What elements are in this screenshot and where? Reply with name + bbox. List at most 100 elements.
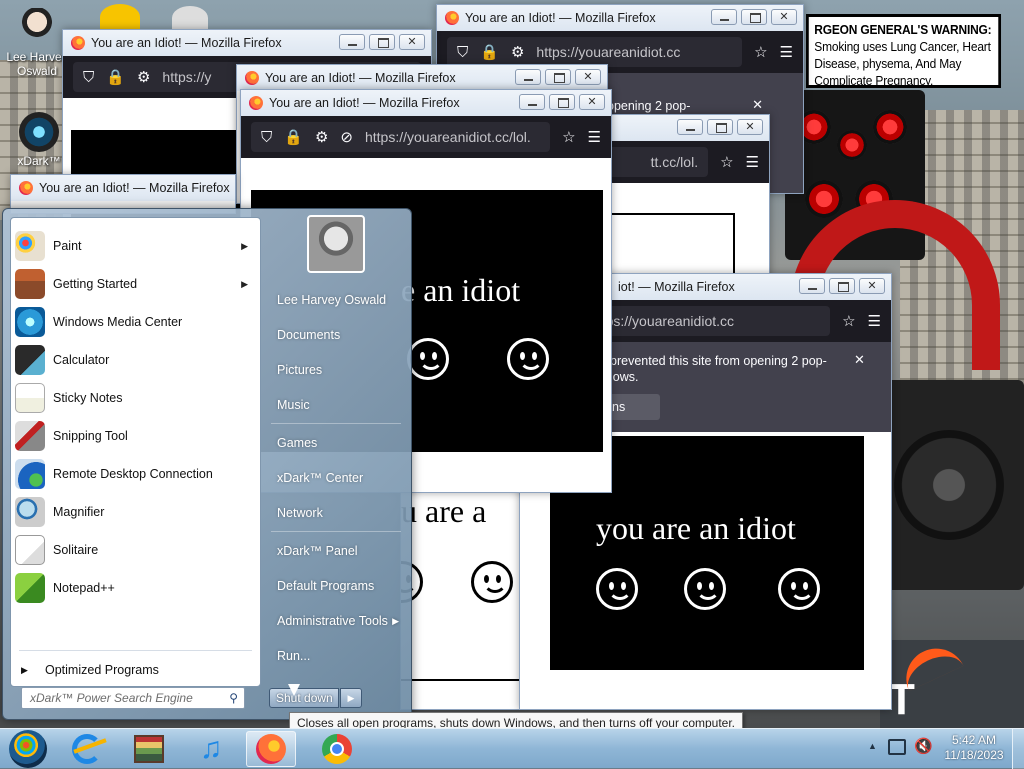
- program-remote-desktop[interactable]: Remote Desktop Connection: [15, 456, 256, 492]
- shutdown-button[interactable]: Shut down: [269, 688, 339, 708]
- program-sticky-notes[interactable]: Sticky Notes: [15, 380, 256, 416]
- link-documents[interactable]: Documents: [267, 320, 405, 350]
- minimize-button[interactable]: [519, 94, 545, 110]
- shield-icon: ⛉: [457, 43, 469, 61]
- link-music[interactable]: Music: [267, 390, 405, 420]
- link-games[interactable]: Games: [267, 428, 405, 458]
- taskbar-chrome[interactable]: [312, 731, 362, 767]
- taskbar-internet-explorer[interactable]: [62, 731, 112, 767]
- menu-icon[interactable]: ☰: [780, 45, 793, 60]
- close-button[interactable]: [579, 94, 605, 110]
- show-hidden-icons-button[interactable]: ▲: [868, 741, 877, 751]
- close-button[interactable]: [737, 119, 763, 135]
- user-avatar-icon: [17, 8, 57, 48]
- window-titlebar[interactable]: You are an Idiot! — Mozilla Firefox: [11, 175, 235, 201]
- close-notification-icon[interactable]: ✕: [752, 97, 763, 113]
- bookmark-star-icon[interactable]: ☆: [720, 155, 733, 170]
- program-solitaire[interactable]: Solitaire: [15, 532, 256, 568]
- program-paint[interactable]: Paint ▶: [15, 228, 256, 264]
- link-pictures[interactable]: Pictures: [267, 355, 405, 385]
- minimize-button[interactable]: [677, 119, 703, 135]
- window-title: You are an Idiot! — Mozilla Firefox: [269, 96, 460, 110]
- clock[interactable]: 5:42 AM 11/18/2023: [940, 733, 1008, 763]
- all-programs-button[interactable]: ▶ Optimized Programs: [15, 652, 256, 688]
- program-snipping-tool[interactable]: Snipping Tool: [15, 418, 256, 454]
- program-windows-media-center[interactable]: Windows Media Center: [15, 304, 256, 340]
- maximize-button[interactable]: [369, 34, 395, 50]
- permissions-icon[interactable]: ⚙: [137, 70, 150, 85]
- link-run[interactable]: Run...: [267, 641, 405, 671]
- program-calculator[interactable]: Calculator: [15, 342, 256, 378]
- taskbar-itunes[interactable]: ♫: [186, 731, 236, 767]
- taskbar-firefox[interactable]: [246, 731, 296, 767]
- maximize-button[interactable]: [741, 9, 767, 25]
- window-titlebar[interactable]: You are an Idiot! — Mozilla Firefox: [241, 90, 611, 116]
- maximize-button[interactable]: [549, 94, 575, 110]
- url-bar[interactable]: ⛉ 🔒 ⚙ ⊘ https://youareanidiot.cc/lol.: [251, 122, 551, 152]
- window-title: iot! — Mozilla Firefox: [618, 280, 735, 294]
- minimize-button[interactable]: [515, 69, 541, 85]
- permissions-icon[interactable]: ⚙: [511, 45, 524, 60]
- media-center-icon: [15, 307, 45, 337]
- start-button[interactable]: [4, 730, 52, 768]
- permissions-icon[interactable]: ⚙: [315, 130, 328, 145]
- window-titlebar[interactable]: You are an Idiot! — Mozilla Firefox: [237, 65, 607, 91]
- tracking-icon: ⊘: [340, 128, 353, 146]
- bookmark-star-icon[interactable]: ☆: [842, 314, 855, 329]
- close-button[interactable]: [771, 9, 797, 25]
- clock-date: 11/18/2023: [944, 748, 1004, 762]
- notification-text: opening 2 pop-: [607, 99, 691, 113]
- search-input[interactable]: xDark™ Power Search Engine ⚲: [21, 687, 245, 709]
- menu-icon[interactable]: ☰: [588, 130, 601, 145]
- url-text[interactable]: https://youareanidiot.cc: [536, 44, 732, 60]
- maximize-button[interactable]: [829, 278, 855, 294]
- taskbar-library[interactable]: [124, 731, 174, 767]
- minimize-button[interactable]: [711, 9, 737, 25]
- minimize-button[interactable]: [799, 278, 825, 294]
- minimize-button[interactable]: [339, 34, 365, 50]
- maximize-button[interactable]: [707, 119, 733, 135]
- volume-muted-icon[interactable]: 🔇: [914, 737, 933, 755]
- shutdown-options-button[interactable]: ▶: [340, 688, 362, 708]
- bookmark-star-icon[interactable]: ☆: [562, 130, 575, 145]
- close-button[interactable]: [575, 69, 601, 85]
- sticky-notes-icon: [15, 383, 45, 413]
- url-text[interactable]: https://youareanidiot.cc/lol.: [365, 129, 540, 145]
- link-default-programs[interactable]: Default Programs: [267, 571, 405, 601]
- close-button[interactable]: [859, 278, 885, 294]
- program-label: Windows Media Center: [53, 315, 183, 329]
- toolbar: ⛉ 🔒 ⚙ ⊘ https://youareanidiot.cc/lol. ☆ ☰: [241, 116, 611, 158]
- program-label: Magnifier: [53, 505, 105, 519]
- network-icon[interactable]: [888, 739, 906, 755]
- lock-icon: 🔒: [284, 128, 303, 146]
- maximize-button[interactable]: [545, 69, 571, 85]
- program-magnifier[interactable]: Magnifier: [15, 494, 256, 530]
- window-titlebar[interactable]: You are an Idiot! — Mozilla Firefox: [63, 30, 431, 56]
- smiley-icon: [407, 338, 449, 380]
- link-network[interactable]: Network: [267, 498, 405, 528]
- paint-icon: [15, 231, 45, 261]
- smiley-icon: [684, 568, 726, 610]
- close-button[interactable]: [399, 34, 425, 50]
- menu-icon[interactable]: ☰: [868, 314, 881, 329]
- program-label: Calculator: [53, 353, 110, 367]
- link-xdark-center[interactable]: xDark™ Center: [267, 463, 405, 493]
- user-avatar[interactable]: [307, 215, 365, 273]
- firefox-icon: [71, 36, 85, 50]
- menu-icon[interactable]: ☰: [746, 155, 759, 170]
- url-text[interactable]: https://youareanidiot.cc: [590, 313, 820, 329]
- program-notepad-plus-plus[interactable]: Notepad++: [15, 570, 256, 606]
- link-user[interactable]: Lee Harvey Oswald: [267, 285, 405, 315]
- show-desktop-button[interactable]: [1012, 729, 1024, 769]
- idiot-text: e an idiot: [401, 272, 521, 308]
- url-bar[interactable]: ⛉ 🔒 ⚙ https://youareanidiot.cc: [447, 37, 743, 67]
- idiot-page: u are a: [401, 491, 521, 681]
- bookmark-star-icon[interactable]: ☆: [754, 45, 767, 60]
- program-getting-started[interactable]: Getting Started ▶: [15, 266, 256, 302]
- idiot-text: you are an idiot: [596, 510, 796, 546]
- search-icon[interactable]: ⚲: [229, 688, 238, 708]
- link-xdark-panel[interactable]: xDark™ Panel: [267, 536, 405, 566]
- window-titlebar[interactable]: You are an Idiot! — Mozilla Firefox: [437, 5, 803, 31]
- link-administrative-tools[interactable]: Administrative Tools ▶: [267, 606, 405, 636]
- close-notification-icon[interactable]: ✕: [854, 352, 865, 368]
